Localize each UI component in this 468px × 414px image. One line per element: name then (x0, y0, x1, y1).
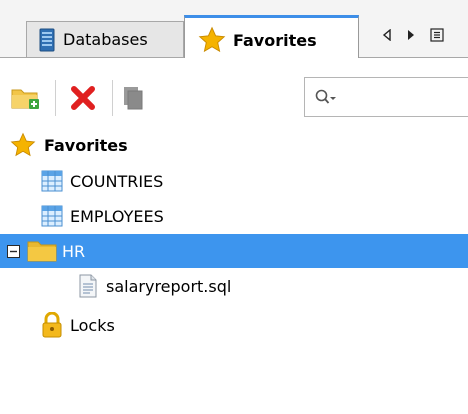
tree-item-label: Locks (70, 315, 115, 335)
copy-button[interactable] (116, 82, 150, 114)
tab-favorites-label: Favorites (233, 30, 317, 50)
search-filter-icon[interactable] (315, 89, 337, 105)
search-box[interactable] (304, 77, 468, 117)
scroll-right-icon[interactable] (400, 24, 422, 46)
tree-item-label: HR (62, 241, 86, 261)
tree-item-locks[interactable]: Locks (0, 308, 468, 342)
sql-file-icon (78, 274, 98, 298)
table-icon (40, 205, 64, 227)
tree-root-label: Favorites (44, 135, 128, 155)
star-icon (197, 26, 227, 54)
tree-item-salaryreport[interactable]: salaryreport.sql (0, 269, 468, 303)
tab-favorites[interactable]: Favorites (184, 15, 359, 58)
new-folder-icon (10, 85, 40, 111)
star-icon (8, 132, 38, 158)
tree-item-label: salaryreport.sql (106, 276, 232, 296)
tree-item-label: EMPLOYEES (70, 206, 164, 226)
search-input[interactable] (343, 88, 453, 106)
table-icon (40, 170, 64, 192)
remove-button[interactable] (66, 82, 100, 114)
favorites-tree: Favorites COUNTRIES EMPLOYEES HR salaryr… (0, 126, 468, 414)
database-icon (39, 28, 55, 52)
tab-databases-label: Databases (63, 30, 148, 49)
tree-item-employees[interactable]: EMPLOYEES (0, 199, 468, 233)
new-folder-button[interactable] (8, 82, 42, 114)
toolbar-separator (112, 80, 113, 116)
tree-item-hr[interactable]: HR (0, 234, 468, 268)
scroll-left-icon[interactable] (376, 24, 398, 46)
lock-icon (40, 312, 64, 338)
toolbar-separator (55, 80, 56, 116)
collapse-toggle-icon[interactable] (6, 244, 20, 258)
tab-list-icon[interactable] (426, 24, 448, 46)
delete-x-icon (69, 84, 97, 112)
tree-item-countries[interactable]: COUNTRIES (0, 164, 468, 198)
tab-databases[interactable]: Databases (26, 21, 184, 57)
folder-icon (26, 239, 58, 263)
tree-item-label: COUNTRIES (70, 171, 164, 191)
copy-icon (121, 85, 145, 111)
tree-root-favorites[interactable]: Favorites (0, 128, 468, 162)
